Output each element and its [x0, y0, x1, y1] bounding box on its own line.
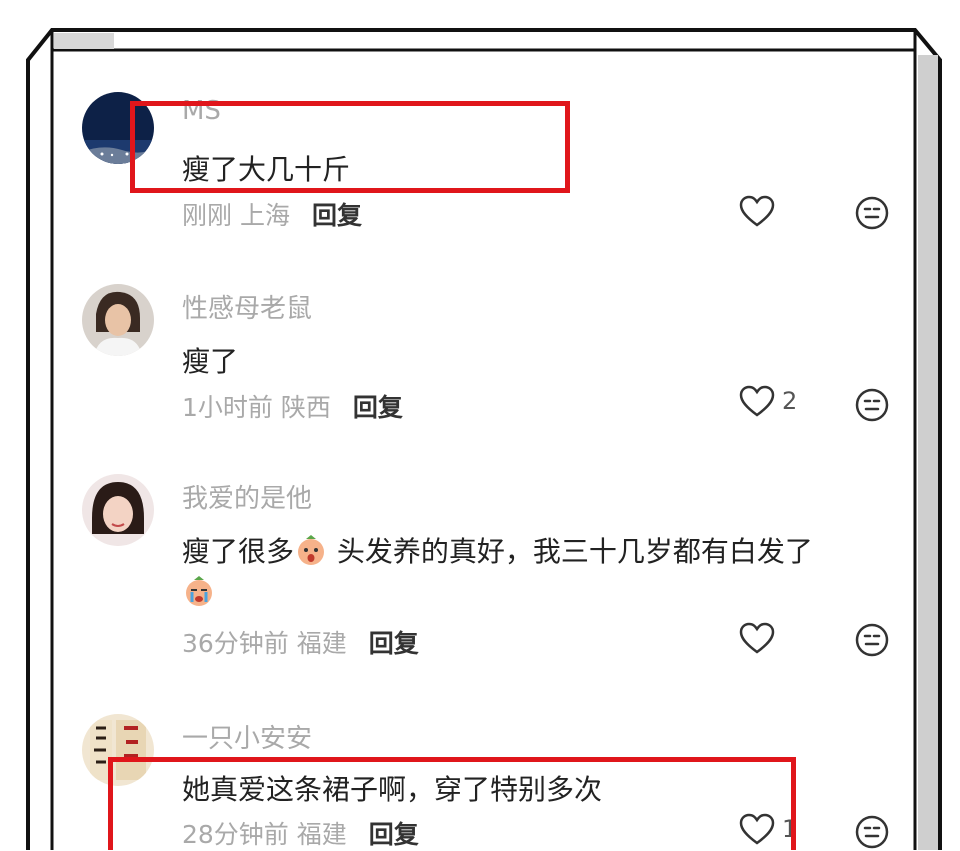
woman-portrait-avatar[interactable] [82, 284, 154, 356]
dislike-face-icon[interactable] [854, 622, 890, 658]
comment-location: 福建 [296, 629, 347, 658]
comment-username[interactable]: 我爱的是他 [182, 478, 312, 515]
comment-text: 瘦了 [182, 345, 239, 378]
heart-icon [739, 622, 775, 654]
comment-meta: 1小时前 陕西 回复 [182, 388, 403, 424]
heart-icon [739, 195, 775, 227]
heart-icon [739, 385, 775, 417]
like-button[interactable] [738, 194, 776, 228]
dislike-face-icon[interactable] [854, 814, 890, 850]
comment-time: 刚刚 [182, 201, 233, 230]
comment-location: 陕西 [280, 393, 331, 422]
comment-username[interactable]: 性感母老鼠 [182, 288, 312, 325]
comment-meta: 36分钟前 福建 回复 [182, 624, 419, 660]
comment-time: 1小时前 [182, 393, 273, 422]
like-button[interactable]: 2 [738, 384, 797, 418]
comment-text-part: 头发养的真好，我三十几岁都有白发了 [328, 535, 813, 568]
reply-button[interactable]: 回复 [312, 201, 362, 230]
crying-face-emoji [186, 576, 212, 606]
dislike-face-icon[interactable] [854, 195, 890, 231]
comment-text-line2 [182, 574, 216, 609]
comment-time: 36分钟前 [182, 629, 289, 658]
like-button[interactable] [738, 621, 776, 655]
like-count: 2 [782, 387, 798, 415]
comment-meta: 刚刚 上海 回复 [182, 196, 362, 232]
girl-portrait-avatar[interactable] [82, 474, 154, 546]
comment-username[interactable]: 一只小安安 [182, 718, 312, 755]
comment-text: 瘦了很多 头发养的真好，我三十几岁都有白发了 [182, 530, 813, 570]
comment-text-part: 瘦了很多 [182, 535, 295, 568]
highlight-box [130, 101, 570, 193]
reply-button[interactable]: 回复 [353, 393, 403, 422]
dislike-face-icon[interactable] [854, 387, 890, 423]
reply-button[interactable]: 回复 [369, 629, 419, 658]
highlight-box [108, 757, 796, 850]
surprised-face-emoji [298, 535, 325, 565]
comment-location: 上海 [239, 201, 290, 230]
